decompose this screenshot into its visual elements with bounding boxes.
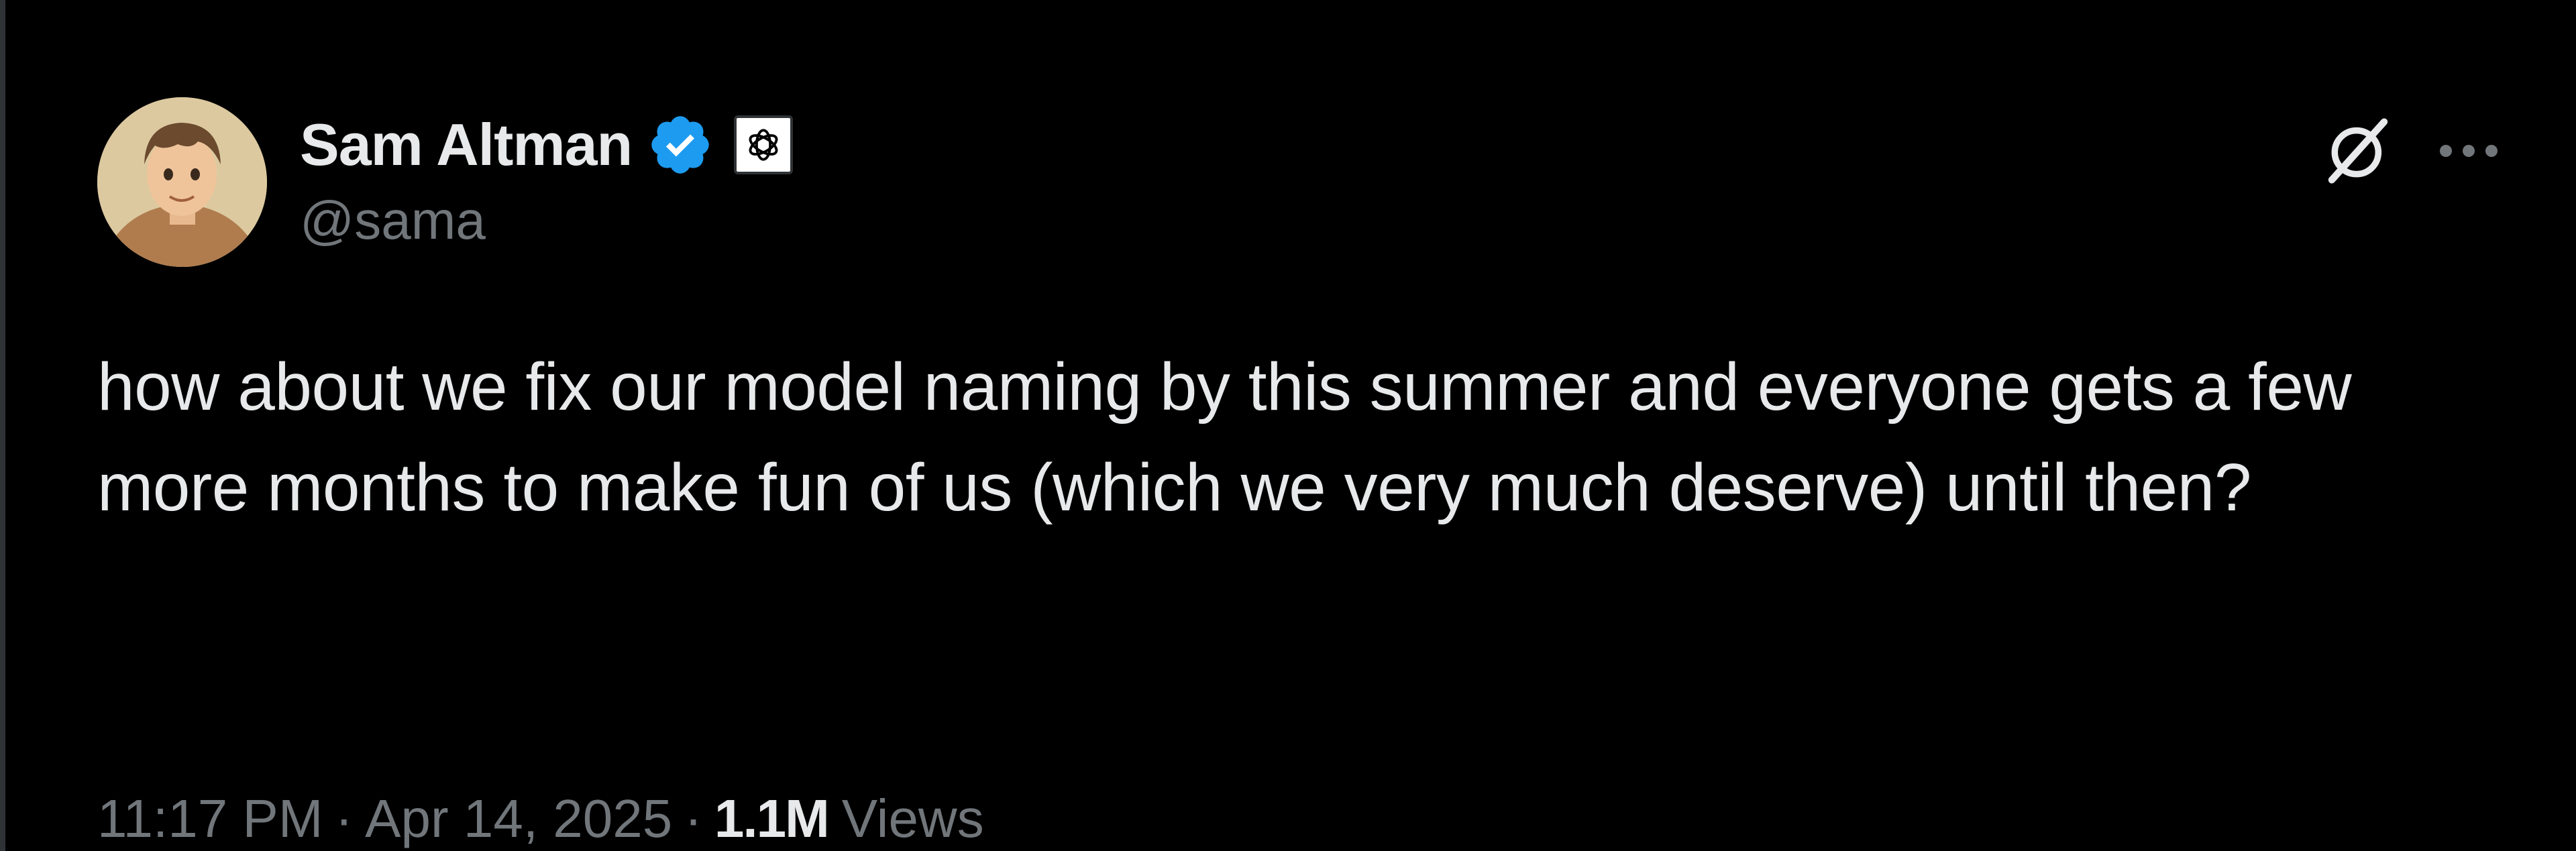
tweet-date[interactable]: Apr 14, 2025 [365, 788, 672, 850]
openai-logo-icon[interactable] [734, 115, 794, 174]
verified-badge-icon[interactable] [647, 111, 714, 178]
views-label[interactable]: Views [842, 788, 984, 850]
tweet-time[interactable]: 11:17 PM [97, 788, 323, 850]
author-name-row: Sam Altman [300, 108, 794, 182]
metadata-separator: · [335, 789, 354, 848]
more-options-icon [2440, 145, 2498, 157]
avatar[interactable] [97, 97, 267, 267]
more-options-button[interactable] [2425, 104, 2512, 198]
avatar-illustration [97, 97, 267, 267]
grok-button[interactable] [2311, 104, 2405, 198]
author-display-name[interactable]: Sam Altman [300, 111, 633, 179]
grok-icon [2328, 118, 2388, 184]
author-handle[interactable]: @sama [300, 190, 486, 251]
tweet: Sam Altman @sama how about we fix our mo… [97, 97, 2512, 848]
views-count[interactable]: 1.1M [714, 788, 830, 850]
tweet-text: how about we fix our model naming by thi… [97, 349, 2370, 525]
tweet-metadata: 11:17 PM · Apr 14, 2025 · 1.1M Views [97, 788, 984, 850]
timeline-border [0, 0, 5, 851]
metadata-separator: · [684, 789, 702, 848]
